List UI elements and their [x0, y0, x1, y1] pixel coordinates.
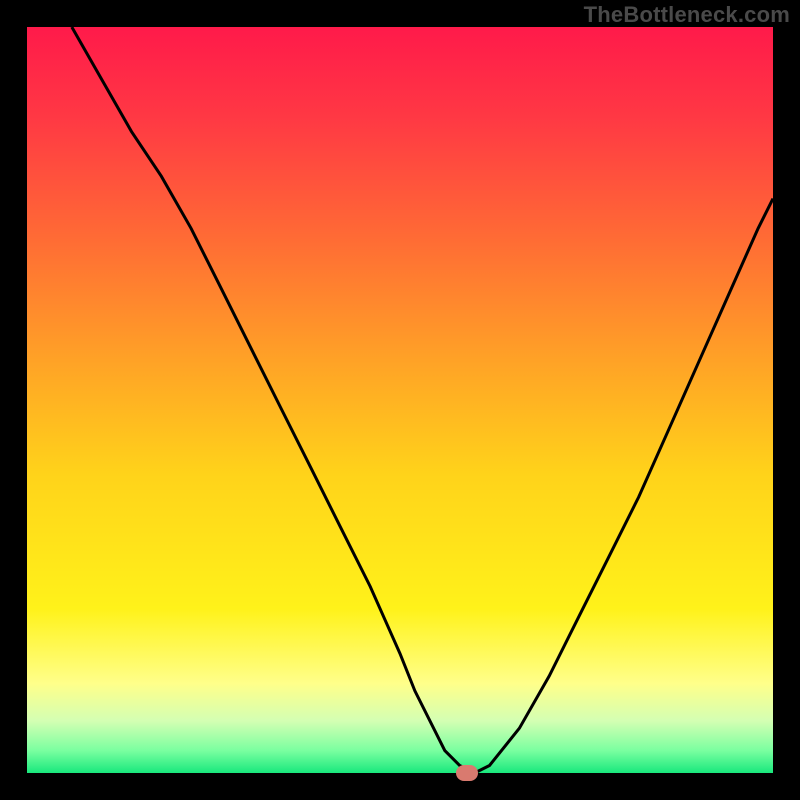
watermark-text: TheBottleneck.com [584, 2, 790, 28]
chart-container: TheBottleneck.com [0, 0, 800, 800]
plot-area [27, 27, 773, 773]
curve-path [72, 27, 773, 773]
optimal-marker [456, 765, 478, 781]
bottleneck-curve [27, 27, 773, 773]
